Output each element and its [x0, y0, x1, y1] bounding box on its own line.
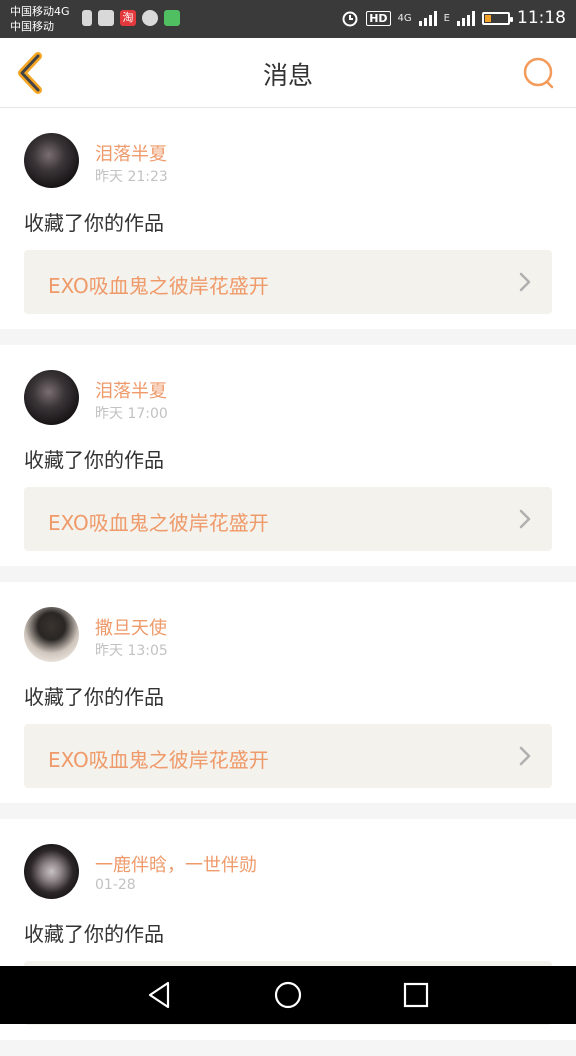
message-icon [142, 10, 158, 26]
taobao-icon: 淘 [120, 10, 136, 26]
system-nav-bar [0, 966, 576, 1024]
circle-home-icon [274, 981, 302, 1009]
wechat-icon [98, 10, 114, 26]
action-text: 收藏了你的作品 [24, 448, 164, 472]
alert-icon [82, 10, 92, 26]
carrier-info: 中国移动4G 中国移动 [10, 4, 70, 34]
chevron-right-icon [519, 746, 531, 766]
notification-icons: 淘 [82, 10, 180, 26]
work-title: EXO吸血鬼之彼岸花盛开 [48, 748, 269, 772]
avatar[interactable] [24, 844, 79, 899]
battery-icon [482, 11, 513, 25]
carrier-line-1: 中国移动4G [10, 5, 70, 18]
action-text: 收藏了你的作品 [24, 922, 164, 946]
signal-icon [418, 10, 437, 26]
chevron-right-icon [519, 509, 531, 529]
search-icon [523, 57, 554, 89]
net-e-label: E [443, 12, 450, 24]
alarm-icon [342, 11, 358, 27]
square-recents-icon [403, 982, 429, 1008]
status-right: HD 4G E 11:18 [341, 8, 566, 28]
nav-recents-button[interactable] [400, 979, 432, 1011]
app-store-icon [164, 10, 180, 26]
hd-icon: HD [366, 10, 391, 26]
carrier-line-2: 中国移动 [10, 20, 54, 33]
action-text: 收藏了你的作品 [24, 211, 164, 235]
message-list: 泪落半夏 昨天 21:23 收藏了你的作品 EXO吸血鬼之彼岸花盛开 泪落半夏 … [0, 108, 576, 1056]
username[interactable]: 一鹿伴晗，一世伴勋 [95, 851, 257, 877]
timestamp: 昨天 17:00 [95, 406, 168, 422]
message-card: 泪落半夏 昨天 17:00 收藏了你的作品 EXO吸血鬼之彼岸花盛开 [0, 345, 576, 566]
username[interactable]: 撒旦天使 [95, 614, 167, 640]
message-card: 泪落半夏 昨天 21:23 收藏了你的作品 EXO吸血鬼之彼岸花盛开 [0, 108, 576, 329]
app-header: 消息 [0, 38, 576, 108]
nav-home-button[interactable] [272, 979, 304, 1011]
message-card: 撒旦天使 昨天 13:05 收藏了你的作品 EXO吸血鬼之彼岸花盛开 [0, 582, 576, 803]
timestamp: 昨天 13:05 [95, 643, 168, 659]
avatar[interactable] [24, 133, 79, 188]
timestamp: 01-28 [95, 877, 136, 893]
username[interactable]: 泪落半夏 [95, 140, 167, 166]
status-bar: 中国移动4G 中国移动 淘 HD 4G E 11:18 [0, 0, 576, 38]
avatar[interactable] [24, 607, 79, 662]
signal-2-icon [457, 10, 475, 26]
work-link[interactable]: EXO吸血鬼之彼岸花盛开 [24, 724, 552, 788]
work-title: EXO吸血鬼之彼岸花盛开 [48, 511, 269, 535]
timestamp: 昨天 21:23 [95, 169, 168, 185]
page-title: 消息 [262, 61, 313, 90]
action-text: 收藏了你的作品 [24, 685, 164, 709]
net-4g-label: 4G [397, 12, 412, 24]
search-button[interactable] [522, 56, 556, 90]
chevron-right-icon [519, 272, 531, 292]
avatar[interactable] [24, 370, 79, 425]
clock-time: 11:18 [517, 8, 566, 28]
work-title: EXO吸血鬼之彼岸花盛开 [48, 274, 269, 298]
work-link[interactable]: EXO吸血鬼之彼岸花盛开 [24, 250, 552, 314]
username[interactable]: 泪落半夏 [95, 377, 167, 403]
work-link[interactable]: EXO吸血鬼之彼岸花盛开 [24, 487, 552, 551]
triangle-back-icon [148, 981, 170, 1009]
battery-level [485, 14, 491, 22]
nav-back-button[interactable] [144, 979, 176, 1011]
